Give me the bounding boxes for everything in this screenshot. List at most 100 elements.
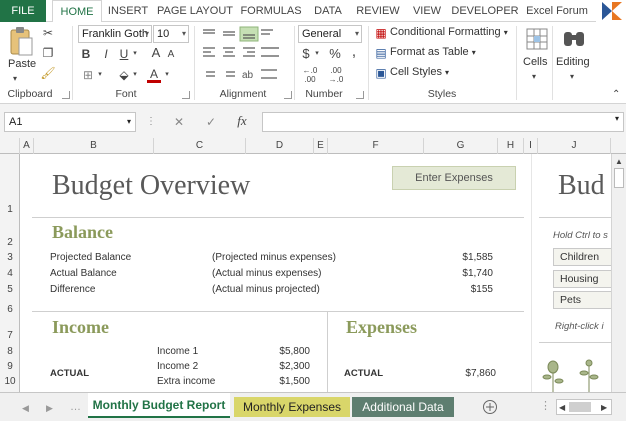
enter-expenses-button[interactable]: Enter Expenses [392,166,516,190]
insert-function-icon[interactable]: fx [234,114,250,128]
wrap-text-button[interactable] [260,26,284,40]
shrink-font-button[interactable]: A [166,48,176,62]
underline-dropdown-icon[interactable]: ▾ [131,47,139,61]
number-launcher-icon[interactable] [356,91,364,99]
row-header[interactable]: 8 [0,346,20,357]
slicer-item-housing[interactable]: Housing [553,270,611,288]
enter-icon[interactable]: ✓ [204,115,218,129]
new-sheet-icon[interactable] [482,399,498,415]
column-header[interactable]: H [498,138,524,154]
sheet-tab-additional-data[interactable]: Additional Data [352,397,454,417]
scroll-tabs-right-icon[interactable]: ▶ [46,401,53,415]
formula-input[interactable]: ▾ [262,112,624,132]
more-options-icon[interactable]: ⋮ [146,115,156,129]
worksheet[interactable]: Budget Overview Enter Expenses Balance P… [21,154,611,392]
row-header[interactable]: 4 [0,268,20,279]
increase-decimal-button[interactable]: ←.0 .00 [298,66,322,84]
column-header[interactable]: F [328,138,424,154]
sheet-tab-monthly-budget-report[interactable]: Monthly Budget Report [88,393,230,418]
column-header[interactable]: G [424,138,498,154]
column-header[interactable]: A [20,138,34,154]
tab-home[interactable]: HOME [52,0,102,23]
conditional-formatting-button[interactable]: Conditional Formatting ▾ [390,26,508,38]
decrease-decimal-button[interactable]: .00 →.0 [324,66,348,84]
increase-indent-button[interactable] [220,66,238,80]
column-header[interactable]: E [314,138,328,154]
row-header[interactable]: 2 [0,237,20,248]
cells-button[interactable]: Cells [523,56,547,68]
percent-button[interactable]: % [328,47,342,61]
tab-view[interactable]: VIEW [408,0,446,22]
row-header[interactable]: 5 [0,284,20,295]
scroll-left-icon[interactable]: ◀ [559,401,565,415]
scroll-tabs-left-icon[interactable]: ◀ [22,401,29,415]
tab-data[interactable]: DATA [308,0,348,22]
editing-dropdown-icon[interactable]: ▾ [570,70,574,84]
column-header[interactable]: I [524,138,538,154]
paste-icon[interactable] [8,26,34,58]
align-center-button[interactable] [220,46,238,60]
cells-dropdown-icon[interactable]: ▾ [532,70,536,84]
format-painter-icon[interactable]: 🖌 [40,66,56,80]
decrease-indent-button[interactable] [200,66,218,80]
column-header[interactable]: D [246,138,314,154]
align-right-button[interactable] [240,46,258,60]
fill-color-icon[interactable]: ⬙ [116,68,132,82]
scroll-right-icon[interactable]: ▶ [601,401,607,415]
vertical-scrollbar[interactable]: ▲ [611,154,626,392]
scroll-up-icon[interactable]: ▲ [615,155,623,169]
horizontal-scrollbar[interactable]: ◀ ▶ [556,399,612,415]
font-size-combo[interactable]: 10 ▾ [153,25,189,43]
tab-developer[interactable]: DEVELOPER [450,0,520,22]
tab-formulas[interactable]: FORMULAS [238,0,304,22]
bold-button[interactable]: B [80,47,92,61]
cancel-icon[interactable]: ✕ [172,115,186,129]
paste-button[interactable]: Paste [8,58,36,70]
row-header[interactable]: 7 [0,330,20,341]
currency-button[interactable]: $ [300,47,312,61]
italic-button[interactable]: I [100,47,112,61]
tab-page-layout[interactable]: PAGE LAYOUT [156,0,234,22]
bottom-align-button[interactable] [240,26,258,40]
cell-styles-button[interactable]: Cell Styles ▾ [390,66,449,78]
middle-align-button[interactable] [220,26,238,40]
select-all-corner[interactable] [0,138,20,154]
name-box[interactable]: A1 ▾ [4,112,136,132]
slicer-item-children[interactable]: Children [553,248,611,266]
tab-split-icon[interactable]: ⋮ [540,399,551,413]
slicer-item-pets[interactable]: Pets [553,291,611,309]
more-sheets-icon[interactable]: … [70,400,81,414]
tab-review[interactable]: REVIEW [352,0,404,22]
tab-excel-forum[interactable]: Excel Forum [522,0,592,22]
column-header[interactable]: J [538,138,611,154]
orientation-button[interactable] [240,66,258,80]
top-align-button[interactable] [200,26,218,40]
row-header[interactable]: 3 [0,252,20,263]
grow-font-button[interactable]: A [150,46,162,60]
copy-icon[interactable]: ❐ [40,46,56,60]
underline-button[interactable]: U [118,47,130,61]
fill-dropdown-icon[interactable]: ▾ [131,68,139,82]
alignment-launcher-icon[interactable] [284,91,292,99]
align-left-button[interactable] [200,46,218,60]
merge-center-button[interactable] [260,46,284,60]
number-format-combo[interactable]: General ▾ [298,25,362,43]
borders-icon[interactable]: ⊞ [80,68,96,82]
column-header[interactable]: C [154,138,246,154]
row-header[interactable]: 1 [0,204,20,215]
column-header[interactable]: B [34,138,154,154]
clipboard-launcher-icon[interactable] [62,91,70,99]
sheet-tab-monthly-expenses[interactable]: Monthly Expenses [234,397,350,417]
row-header[interactable]: 10 [0,376,20,387]
cut-icon[interactable]: ✂ [40,26,56,40]
tab-insert[interactable]: INSERT [104,0,152,22]
font-color-dropdown-icon[interactable]: ▾ [163,68,171,82]
tab-file[interactable]: FILE [0,0,46,22]
font-launcher-icon[interactable] [182,91,190,99]
format-as-table-button[interactable]: Format as Table ▾ [390,46,476,58]
row-header[interactable]: 9 [0,361,20,372]
scroll-thumb[interactable] [569,402,591,412]
font-name-combo[interactable]: Franklin Goth ▾ [78,25,152,43]
paste-dropdown-icon[interactable]: ▾ [13,72,17,86]
row-header[interactable]: 6 [0,304,20,315]
